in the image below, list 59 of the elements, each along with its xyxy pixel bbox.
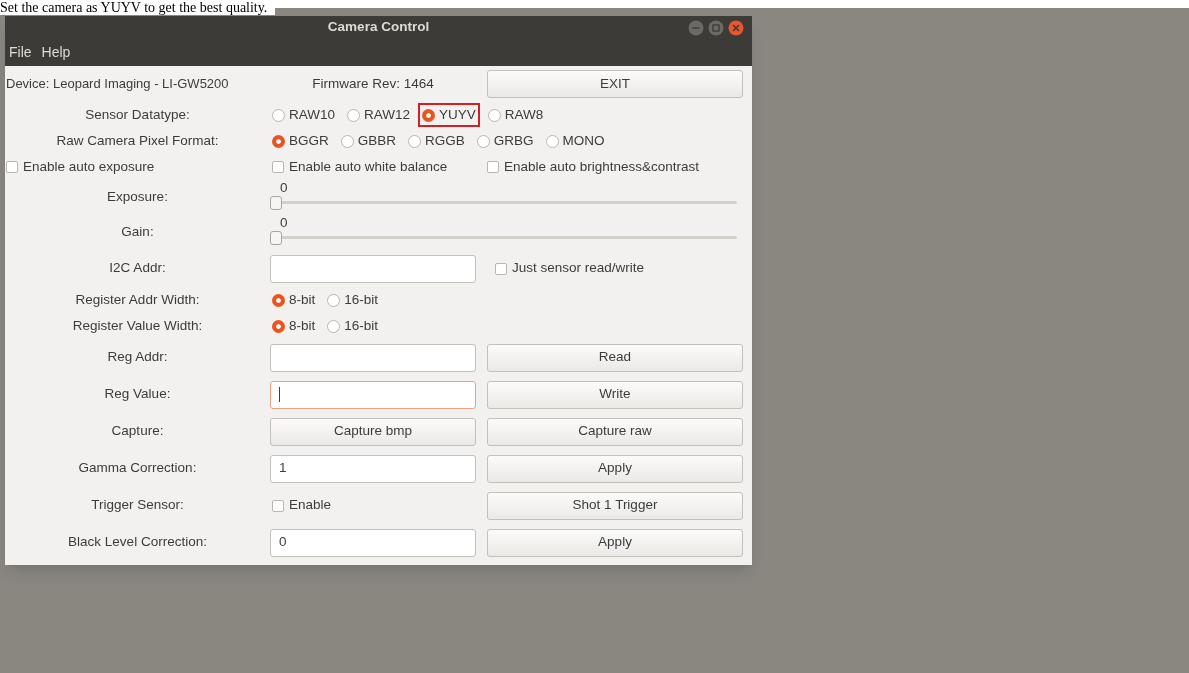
button[interactable]: Capture raw (487, 417, 743, 446)
menu-item[interactable]: Help (41, 42, 71, 63)
minimize-icon[interactable] (688, 20, 704, 36)
radio-option[interactable]: GBBR (338, 130, 399, 152)
field-label: Gamma Correction: (77, 459, 198, 478)
field-label: Reg Addr: (106, 348, 169, 367)
checkbox[interactable]: Just sensor read/write (487, 258, 743, 279)
field-label: Capture: (110, 422, 165, 441)
field-label: Register Addr Width: (74, 290, 201, 309)
checkbox[interactable]: Enable auto exposure (5, 156, 270, 178)
field-label: Sensor Datatype: (84, 105, 191, 124)
field-label: Raw Camera Pixel Format: (55, 131, 220, 150)
field-label: Black Level Correction: (67, 533, 208, 552)
close-icon[interactable] (728, 20, 744, 36)
button[interactable]: Read (487, 343, 743, 372)
slider-thumb[interactable] (270, 196, 282, 210)
radio-option[interactable]: RAW12 (345, 104, 413, 126)
radio-option[interactable]: YUYV (420, 104, 478, 126)
input-field[interactable]: 0 (270, 528, 476, 557)
firmware-label: Firmware Rev: 1464 (311, 74, 435, 93)
caption-text: Set the camera as YUYV to get the best quality. (0, 0, 276, 15)
radio-option[interactable]: 16-bit (325, 289, 381, 311)
menu-item[interactable]: File (9, 42, 32, 63)
input-field[interactable] (270, 343, 476, 372)
radio-option[interactable]: GRBG (474, 130, 536, 152)
checkbox[interactable]: Enable auto white balance (270, 156, 476, 178)
radio-option[interactable]: 8-bit (270, 289, 318, 311)
radio-option[interactable]: BGGR (270, 130, 331, 152)
radio-option[interactable]: 16-bit (325, 315, 381, 337)
radio-option[interactable]: MONO (543, 130, 607, 152)
device-label: Device: Leopard Imaging - LI-GW5200 (5, 75, 230, 94)
checkbox[interactable]: Enable (270, 495, 476, 516)
input-field[interactable]: 1 (270, 454, 476, 483)
field-label: Gain: (120, 223, 155, 242)
button[interactable]: Shot 1 Trigger (487, 491, 743, 520)
checkbox[interactable]: Enable auto brightness&contrast (487, 156, 743, 178)
button[interactable]: EXIT (487, 70, 743, 98)
slider-track[interactable] (270, 231, 737, 245)
radio-option[interactable]: RAW8 (485, 104, 546, 126)
field-label: Exposure: (106, 188, 169, 207)
input-field[interactable] (270, 254, 476, 283)
button[interactable]: Apply (487, 528, 743, 557)
button[interactable]: Write (487, 380, 743, 409)
field-label: Register Value Width: (71, 316, 204, 335)
radio-option[interactable]: 8-bit (270, 315, 318, 337)
slider-thumb[interactable] (270, 231, 282, 245)
field-label: I2C Addr: (108, 259, 167, 278)
radio-option[interactable]: RAW10 (270, 104, 337, 126)
input-field[interactable] (270, 380, 476, 409)
radio-option[interactable]: RGGB (406, 130, 467, 152)
maximize-icon[interactable] (708, 20, 724, 36)
field-label: Reg Value: (103, 385, 172, 404)
slider-value: 0 (280, 180, 288, 196)
button[interactable]: Apply (487, 454, 743, 483)
slider-track[interactable] (270, 196, 737, 210)
slider-value: 0 (280, 215, 288, 231)
field-label: Trigger Sensor: (90, 496, 185, 515)
window-title: Camera Control (327, 18, 430, 37)
button[interactable]: Capture bmp (270, 417, 476, 446)
